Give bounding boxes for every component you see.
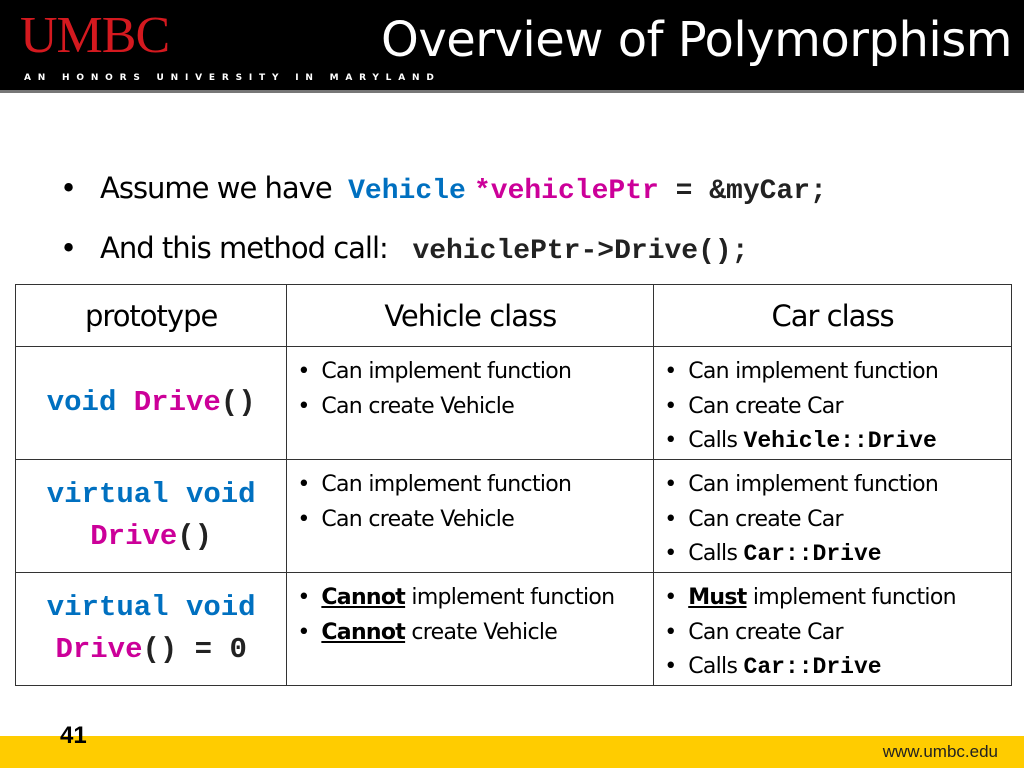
list-item: Calls Vehicle::Drive bbox=[662, 424, 1005, 459]
item-text: Can create Car bbox=[688, 393, 843, 419]
header-vehicle-class: Vehicle class bbox=[286, 284, 655, 347]
item-text: Can implement function bbox=[321, 359, 572, 384]
footer-bar bbox=[0, 736, 1024, 768]
car-class-cell: Must implement function Can create Car Cal… bbox=[653, 572, 1012, 686]
proto-name: Drive bbox=[133, 386, 221, 419]
item-text: Can create Vehicle bbox=[321, 506, 515, 532]
bullet-text: Assume we have bbox=[100, 171, 333, 205]
item-text: Calls bbox=[688, 541, 744, 566]
proto-name: Drive bbox=[90, 520, 178, 553]
item-text: Calls bbox=[688, 428, 744, 453]
list-item: Cannot implement function bbox=[295, 581, 647, 616]
table-row: virtual void Drive() Can implement functio… bbox=[14, 459, 1012, 573]
item-text: Can create Vehicle bbox=[321, 393, 515, 419]
proto-keyword: virtual void bbox=[46, 478, 256, 511]
emphasis-word: Must bbox=[688, 585, 747, 610]
bullet-assume: Assume we have Vehicle *vehiclePtr = &my… bbox=[60, 160, 1020, 220]
proto-name: Drive bbox=[55, 633, 143, 666]
list-item: Calls Car::Drive bbox=[662, 650, 1005, 685]
proto-keyword: virtual void bbox=[46, 591, 256, 624]
item-text: Can implement function bbox=[321, 472, 572, 497]
item-code: Vehicle::Drive bbox=[743, 428, 937, 454]
vehicle-class-cell: Cannot implement functionCannot create V… bbox=[286, 572, 655, 686]
car-class-cell: Can implement function Can create Car Call… bbox=[653, 459, 1012, 573]
bullet-list: Assume we have Vehicle *vehiclePtr = &my… bbox=[60, 160, 1020, 280]
list-item: Calls Car::Drive bbox=[662, 537, 1005, 572]
page-number: 41 bbox=[60, 722, 87, 749]
item-code: Car::Drive bbox=[743, 654, 882, 680]
prototype-cell: virtual void Drive() = 0 bbox=[14, 572, 288, 686]
code-type: Vehicle bbox=[348, 176, 466, 207]
vehicle-class-cell: Can implement function Can create Vehicle bbox=[286, 459, 655, 573]
vehicle-class-cell: Can implement function Can create Vehicle bbox=[286, 346, 655, 460]
item-code: Car::Drive bbox=[743, 541, 882, 567]
item-text: Calls bbox=[688, 654, 744, 679]
code-var: *vehiclePtr bbox=[473, 176, 659, 207]
list-item: Cannot create Vehicle bbox=[295, 616, 647, 651]
prototype-cell: virtual void Drive() bbox=[14, 459, 288, 573]
list-item: Can create Car bbox=[662, 616, 1005, 651]
prototype-cell: void Drive() bbox=[14, 346, 288, 460]
emphasis-word: Cannot bbox=[321, 619, 406, 645]
header-car-class: Car class bbox=[653, 284, 1012, 347]
item-text: implement function bbox=[746, 585, 957, 610]
list-item: Can implement function bbox=[662, 355, 1005, 390]
proto-parens: () bbox=[142, 633, 178, 666]
table-row: void Drive() Can implement function Can cr… bbox=[14, 346, 1012, 460]
emphasis-word: Cannot bbox=[321, 585, 406, 610]
header-prototype: prototype bbox=[14, 284, 288, 347]
list-item: Can create Vehicle bbox=[295, 503, 647, 538]
proto-keyword: void bbox=[46, 386, 117, 419]
bullet-text: And this method call: bbox=[100, 231, 389, 265]
item-text: Can implement function bbox=[688, 359, 939, 384]
bullet-method-call: And this method call: vehiclePtr->Drive(… bbox=[60, 220, 1020, 280]
list-item: Can create Car bbox=[662, 390, 1005, 425]
slide-title: Overview of Polymorphism bbox=[381, 12, 1012, 68]
polymorphism-table: prototype Vehicle class Car class void D… bbox=[14, 284, 1012, 686]
list-item: Can implement function bbox=[295, 468, 647, 503]
list-item: Must implement function bbox=[662, 581, 1005, 616]
item-text: create Vehicle bbox=[405, 619, 558, 645]
list-item: Can create Vehicle bbox=[295, 390, 647, 425]
list-item: Can implement function bbox=[295, 355, 647, 390]
code-rest: = &myCar; bbox=[658, 176, 827, 207]
car-class-cell: Can implement function Can create Car Call… bbox=[653, 346, 1012, 460]
table-row: virtual void Drive() = 0 Cannot implement … bbox=[14, 572, 1012, 686]
footer-url: www.umbc.edu bbox=[882, 742, 998, 761]
proto-suffix: = 0 bbox=[177, 633, 247, 666]
item-text: Can create Car bbox=[688, 506, 843, 532]
item-text: Can implement function bbox=[688, 472, 939, 497]
slide-header: UMBC AN HONORS UNIVERSITY IN MARYLAND Ov… bbox=[0, 0, 1024, 93]
table-header-row: prototype Vehicle class Car class bbox=[14, 284, 1012, 347]
item-text: implement function bbox=[405, 585, 615, 610]
logo-tagline: AN HONORS UNIVERSITY IN MARYLAND bbox=[24, 73, 441, 83]
proto-parens: () bbox=[177, 520, 213, 553]
umbc-logo: UMBC bbox=[20, 7, 170, 64]
list-item: Can create Car bbox=[662, 503, 1005, 538]
proto-parens: () bbox=[220, 386, 256, 419]
item-text: Can create Car bbox=[688, 619, 843, 645]
code-call: vehiclePtr->Drive(); bbox=[412, 236, 749, 267]
list-item: Can implement function bbox=[662, 468, 1005, 503]
